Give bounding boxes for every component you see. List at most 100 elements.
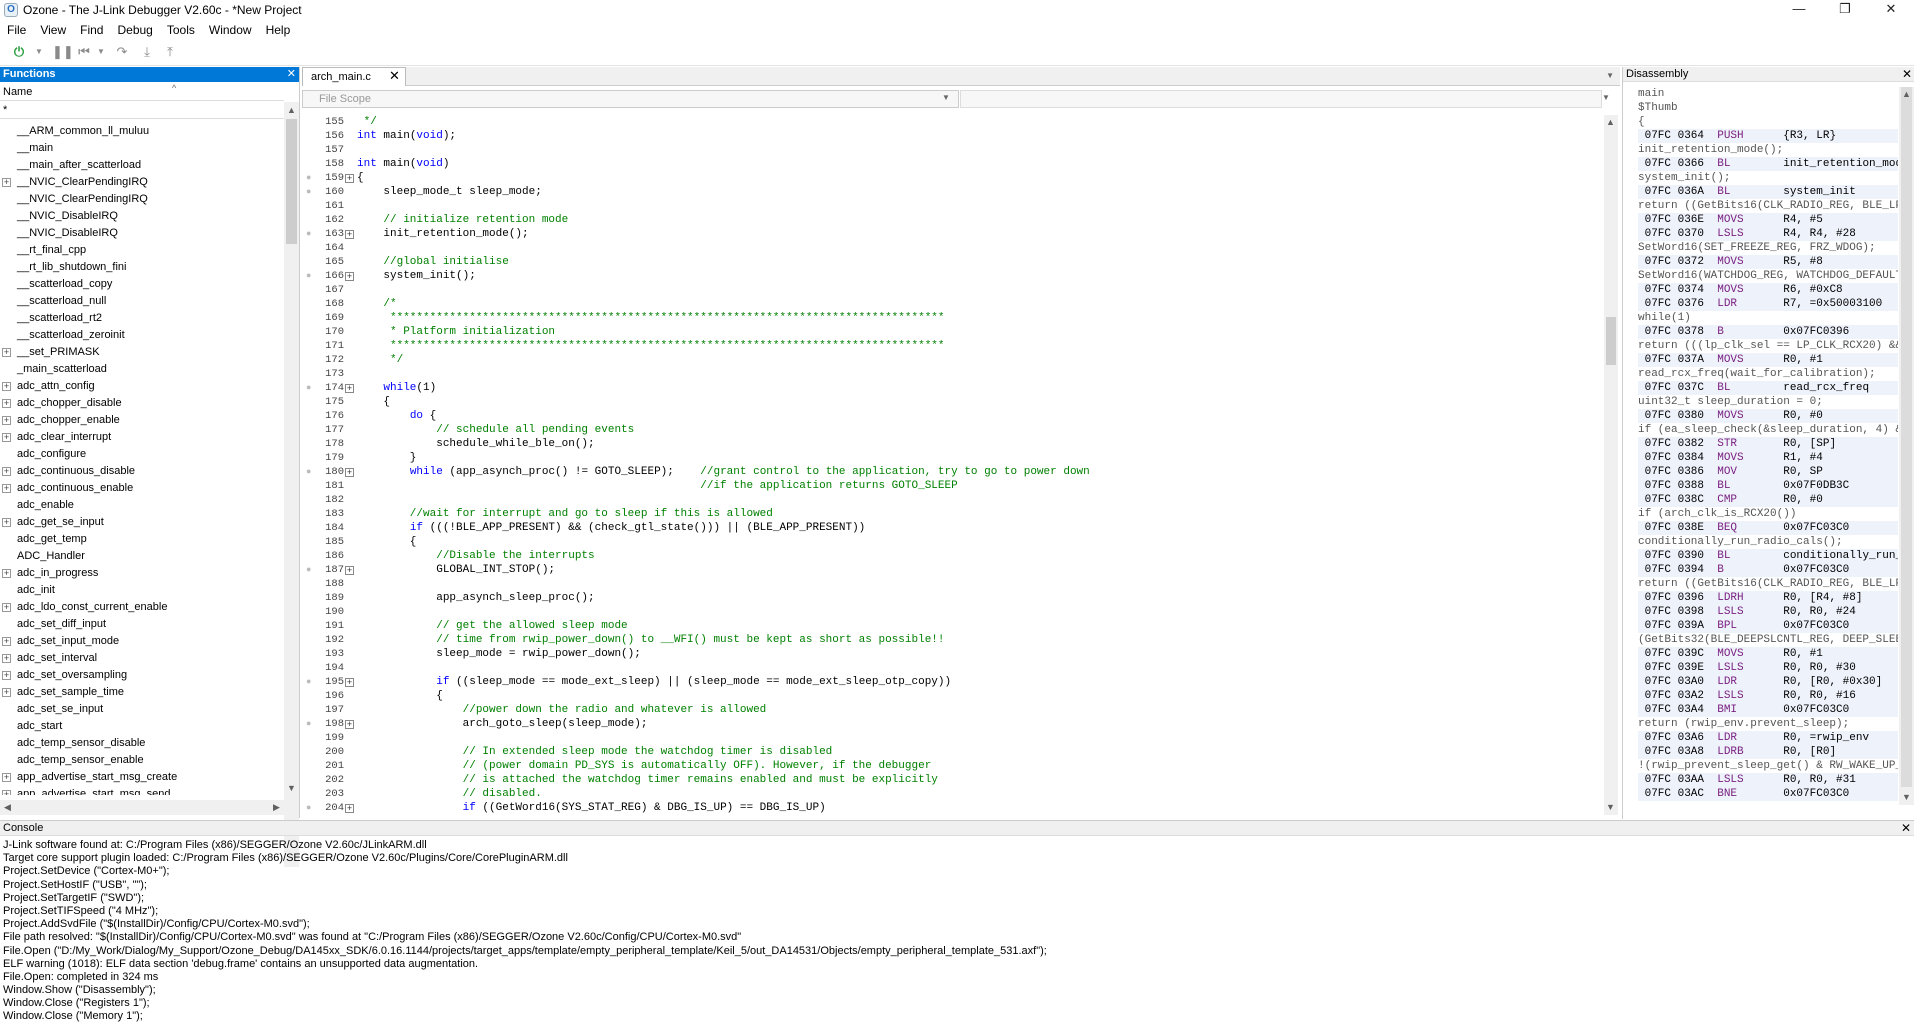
scroll-up-icon[interactable]: ▲ (284, 103, 299, 118)
menu-file[interactable]: File (0, 20, 33, 40)
expand-icon[interactable]: + (2, 178, 11, 187)
expand-icon[interactable]: + (345, 566, 354, 575)
expand-icon[interactable]: + (2, 348, 11, 357)
menu-view[interactable]: View (33, 20, 73, 40)
scroll-down-icon[interactable]: ▼ (1603, 800, 1618, 815)
instruction-line[interactable]: 07FC 0382 STR R0, [SP] (1638, 437, 1898, 451)
expand-icon[interactable]: + (345, 468, 354, 477)
instruction-line[interactable]: 07FC 0390 BL conditionally_run_radio_cal… (1638, 549, 1898, 563)
chevron-down-icon[interactable]: ▼ (32, 44, 46, 60)
instruction-line[interactable]: 07FC 03AC BNE 0x07FC03C0 (1638, 787, 1898, 801)
code-line[interactable]: 182 (302, 493, 1602, 507)
instruction-line[interactable]: 07FC 0374 MOVS R6, #0xC8 (1638, 283, 1898, 297)
scope-select[interactable]: File Scope (302, 90, 959, 108)
source-line[interactable]: conditionally_run_radio_cals(); (1638, 535, 1898, 549)
scrollbar-thumb[interactable] (286, 119, 297, 244)
close-icon[interactable]: ✕ (1902, 67, 1912, 82)
instruction-line[interactable]: 07FC 038E BEQ 0x07FC03C0 (1638, 521, 1898, 535)
code-line[interactable]: 191 // get the allowed sleep mode (302, 619, 1602, 633)
code-line[interactable]: 197 //power down the radio and whatever … (302, 703, 1602, 717)
instruction-line[interactable]: 07FC 03AA LSLS R0, R0, #31 (1638, 773, 1898, 787)
code-line[interactable]: 200 // In extended sleep mode the watchd… (302, 745, 1602, 759)
instruction-line[interactable]: 07FC 03A0 LDR R0, [R0, #0x30] (1638, 675, 1898, 689)
source-line[interactable]: (GetBits32(BLE_DEEPSLCNTL_REG, DEEP_SLEE… (1638, 633, 1898, 647)
expand-icon[interactable]: + (345, 272, 354, 281)
list-item[interactable]: adc_enable (0, 497, 284, 514)
list-item[interactable]: + adc_continuous_disable (0, 463, 284, 480)
chevron-down-icon[interactable]: ▼ (94, 44, 108, 60)
list-item[interactable]: ADC_Handler (0, 548, 284, 565)
power-icon[interactable]: ⏻ (12, 44, 26, 60)
expand-icon[interactable]: + (2, 773, 11, 782)
source-line[interactable]: uint32_t sleep_duration = 0; (1638, 395, 1898, 409)
expand-icon[interactable]: + (2, 484, 11, 493)
code-line[interactable]: 199 (302, 731, 1602, 745)
list-item[interactable]: __main_after_scatterload (0, 157, 284, 174)
list-item[interactable]: + adc_set_interval (0, 650, 284, 667)
source-line[interactable]: read_rcx_freq(wait_for_calibration); (1638, 367, 1898, 381)
list-item[interactable]: + adc_ldo_const_current_enable (0, 599, 284, 616)
code-line[interactable]: 188 (302, 577, 1602, 591)
chevron-down-icon[interactable]: ▼ (1602, 93, 1610, 102)
function-select[interactable] (960, 90, 1602, 108)
list-item[interactable]: + app_advertise_start_msg_send (0, 786, 284, 795)
expand-icon[interactable]: + (2, 637, 11, 646)
list-item[interactable]: __main (0, 140, 284, 157)
list-item[interactable]: __scatterload_zeroinit (0, 327, 284, 344)
list-item[interactable]: + adc_set_oversampling (0, 667, 284, 684)
code-line[interactable]: 165 //global initialise (302, 255, 1602, 269)
instruction-line[interactable]: 07FC 03A8 LDRB R0, [R0] (1638, 745, 1898, 759)
code-line[interactable]: 194 (302, 661, 1602, 675)
instruction-line[interactable]: 07FC 0372 MOVS R5, #8 (1638, 255, 1898, 269)
code-line[interactable]: ● 195 + if ((sleep_mode == mode_ext_sleep)… (302, 675, 1602, 689)
source-line[interactable]: system_init(); (1638, 171, 1898, 185)
code-line[interactable]: ● 204 + if ((GetWord16(SYS_STAT_REG) & DBG… (302, 801, 1602, 815)
expand-icon[interactable]: + (345, 804, 354, 813)
instruction-line[interactable]: 07FC 0366 BL init_retention_mode (1638, 157, 1898, 171)
list-item[interactable]: __NVIC_DisableIRQ (0, 225, 284, 242)
menu-window[interactable]: Window (202, 20, 259, 40)
list-item[interactable]: + adc_chopper_enable (0, 412, 284, 429)
code-line[interactable]: ● 187 + GLOBAL_INT_STOP(); (302, 563, 1602, 577)
filter-input[interactable]: * (0, 102, 284, 119)
list-item[interactable]: __scatterload_rt2 (0, 310, 284, 327)
scrollbar-thumb[interactable] (1901, 87, 1912, 787)
code-line[interactable]: 155 */ (302, 115, 1602, 129)
code-line[interactable]: 185 { (302, 535, 1602, 549)
reset-icon[interactable]: ⏮ (77, 44, 91, 60)
list-item[interactable]: + adc_chopper_disable (0, 395, 284, 412)
instruction-line[interactable]: 07FC 03A4 BMI 0x07FC03C0 (1638, 703, 1898, 717)
source-line[interactable]: while(1) (1638, 311, 1898, 325)
instruction-line[interactable]: 07FC 0384 MOVS R1, #4 (1638, 451, 1898, 465)
code-line[interactable]: 192 // time from rwip_power_down() to __… (302, 633, 1602, 647)
code-line[interactable]: ● 160 sleep_mode_t sleep_mode; (302, 185, 1602, 199)
code-line[interactable]: 202 // is attached the watchdog timer re… (302, 773, 1602, 787)
code-line[interactable]: 184 if (((!BLE_APP_PRESENT) && (check_gt… (302, 521, 1602, 535)
instruction-line[interactable]: 07FC 0396 LDRH R0, [R4, #8] (1638, 591, 1898, 605)
scroll-right-icon[interactable]: ▶ (269, 800, 284, 815)
code-line[interactable]: 161 (302, 199, 1602, 213)
code-line[interactable]: ● 163 + init_retention_mode(); (302, 227, 1602, 241)
code-line[interactable]: 193 sleep_mode = rwip_power_down(); (302, 647, 1602, 661)
code-line[interactable]: 181 //if the application returns GOTO_SL… (302, 479, 1602, 493)
list-item[interactable]: + adc_continuous_enable (0, 480, 284, 497)
scrollbar-thumb[interactable] (1606, 317, 1616, 365)
menu-find[interactable]: Find (73, 20, 110, 40)
instruction-line[interactable]: 07FC 037A MOVS R0, #1 (1638, 353, 1898, 367)
list-item[interactable]: + __set_PRIMASK (0, 344, 284, 361)
scroll-down-icon[interactable]: ▼ (284, 781, 299, 796)
code-line[interactable]: ● 180 + while (app_asynch_proc() != GOTO_S… (302, 465, 1602, 479)
list-item[interactable]: + adc_attn_config (0, 378, 284, 395)
list-item[interactable]: + adc_clear_interrupt (0, 429, 284, 446)
code-line[interactable]: 158 int main(void) (302, 157, 1602, 171)
list-item[interactable]: adc_temp_sensor_disable (0, 735, 284, 752)
instruction-line[interactable]: 07FC 0394 B 0x07FC03C0 (1638, 563, 1898, 577)
scroll-left-icon[interactable]: ◀ (0, 800, 15, 815)
column-header-name[interactable]: Name (0, 83, 284, 101)
instruction-line[interactable]: 07FC 03A6 LDR R0, =rwip_env (1638, 731, 1898, 745)
list-item[interactable]: __scatterload_null (0, 293, 284, 310)
list-item[interactable]: + adc_set_input_mode (0, 633, 284, 650)
list-item[interactable]: + __NVIC_ClearPendingIRQ (0, 174, 284, 191)
menu-help[interactable]: Help (259, 20, 298, 40)
source-line[interactable]: SetWord16(SET_FREEZE_REG, FRZ_WDOG); (1638, 241, 1898, 255)
